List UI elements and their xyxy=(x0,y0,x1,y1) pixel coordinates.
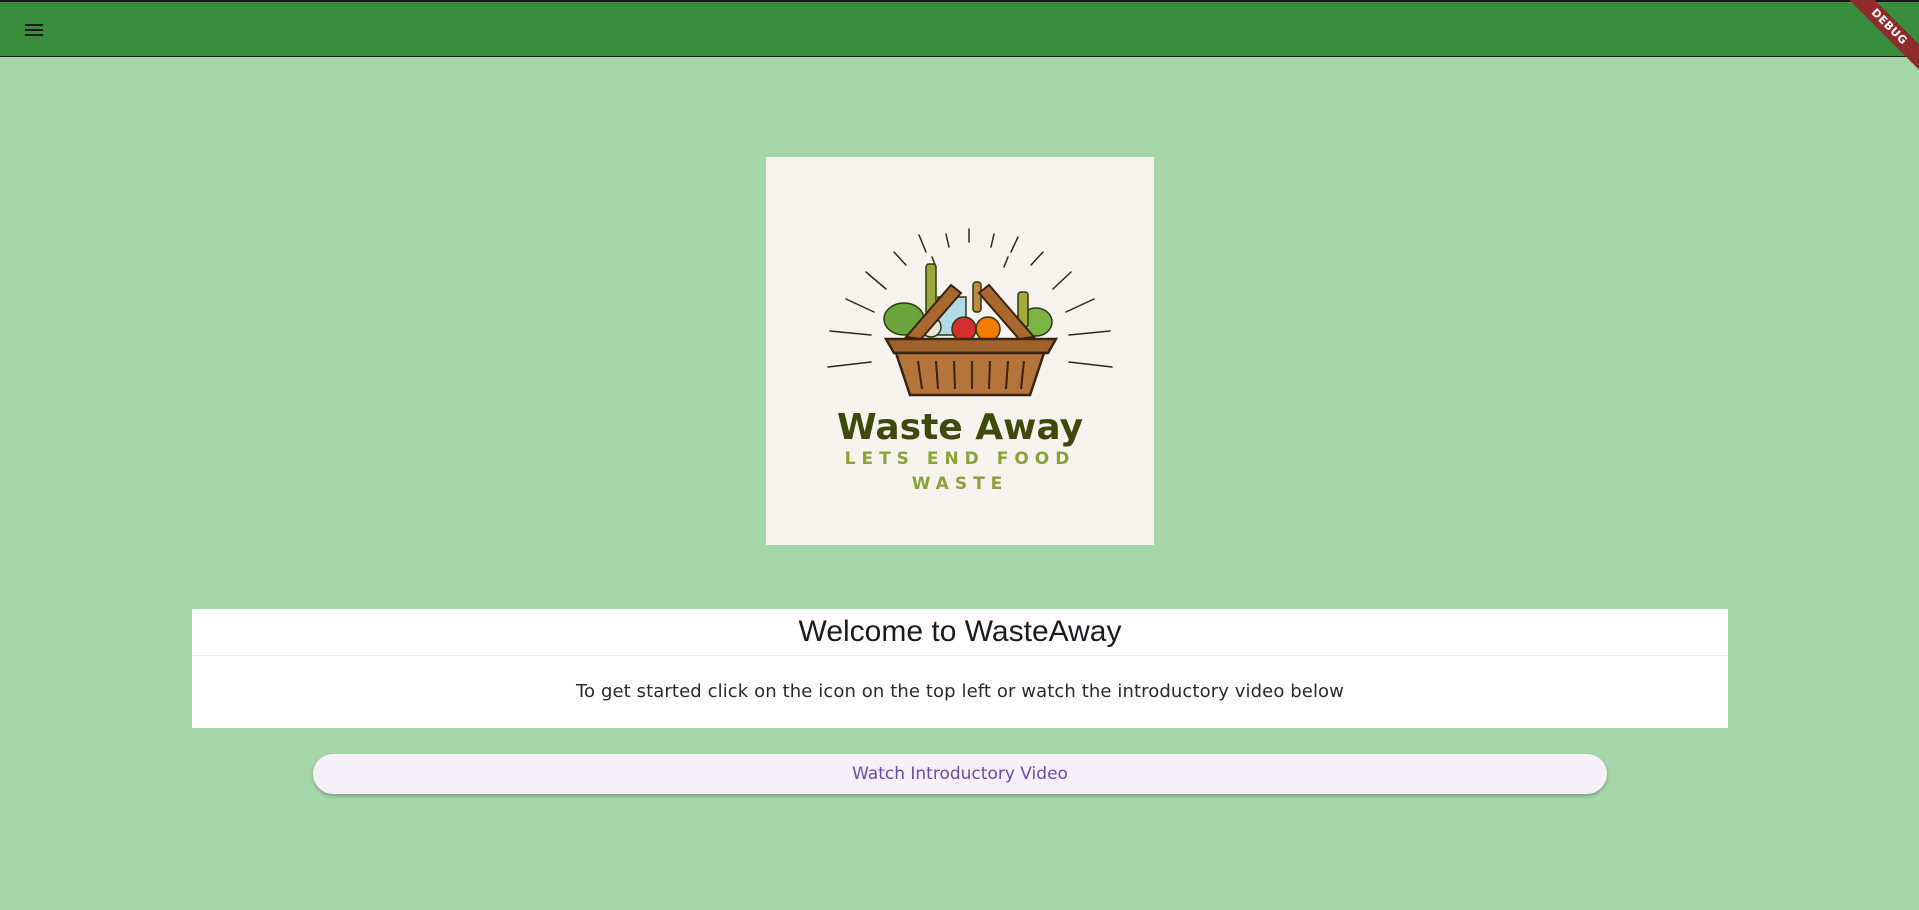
menu-button[interactable] xyxy=(16,13,52,47)
app-bar xyxy=(0,0,1919,57)
basket xyxy=(883,337,1059,397)
logo-tagline-line1: LETS END FOOD xyxy=(845,449,1076,469)
welcome-subtitle: To get started click on the icon on the … xyxy=(576,681,1344,702)
logo-title: Waste Away xyxy=(837,407,1083,448)
welcome-card: Welcome to WasteAway To get started clic… xyxy=(192,609,1728,728)
waste-away-logo: Waste Away LETS END FOOD WASTE xyxy=(766,157,1154,545)
welcome-title: Welcome to WasteAway xyxy=(192,609,1728,656)
menu-icon xyxy=(25,24,43,36)
watch-video-button[interactable]: Watch Introductory Video xyxy=(313,754,1607,794)
logo-tagline-line2: WASTE xyxy=(912,474,1009,494)
